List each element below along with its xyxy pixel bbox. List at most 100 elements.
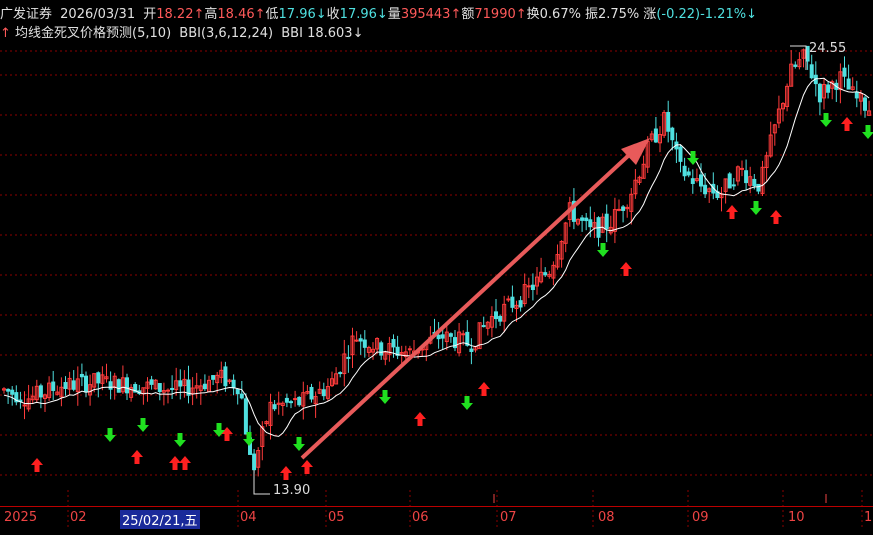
candle-body bbox=[793, 64, 798, 67]
candle-body bbox=[51, 381, 56, 391]
candle-body bbox=[690, 178, 695, 184]
candle-body bbox=[846, 78, 851, 90]
candle-body bbox=[157, 383, 162, 393]
candle-body bbox=[116, 379, 121, 393]
candle-body bbox=[817, 83, 822, 103]
candle-body bbox=[272, 404, 277, 410]
candle-body bbox=[358, 338, 363, 342]
candle-body bbox=[379, 342, 384, 356]
buy-signal-icon bbox=[414, 412, 426, 426]
candle-body bbox=[297, 396, 302, 406]
candle-body bbox=[125, 377, 129, 394]
candle-body bbox=[621, 206, 626, 211]
candle-body bbox=[10, 389, 15, 395]
candle-body bbox=[223, 366, 228, 387]
buy-signal-icon bbox=[478, 382, 490, 396]
candle-body bbox=[584, 217, 589, 222]
candle-body bbox=[678, 146, 683, 162]
candle-body bbox=[407, 348, 412, 351]
candle-body bbox=[391, 339, 396, 348]
candle-body bbox=[235, 389, 240, 395]
buy-signal-icon bbox=[179, 456, 191, 470]
volume-panel-header bbox=[0, 528, 873, 535]
buy-signal-icon bbox=[620, 262, 632, 276]
x-tick-label: 05 bbox=[328, 510, 345, 525]
candle-body bbox=[293, 398, 298, 401]
x-tick-label: 09 bbox=[692, 510, 709, 525]
buy-signal-icon bbox=[221, 427, 233, 441]
trend-arrow-shaft bbox=[300, 154, 630, 460]
candle-body bbox=[346, 356, 351, 359]
candle-body bbox=[731, 184, 736, 187]
candle-body bbox=[338, 372, 343, 375]
candle-body bbox=[506, 298, 511, 301]
candle-body bbox=[727, 173, 732, 189]
x-tick-label: 10 bbox=[788, 510, 805, 525]
buy-signal-icon bbox=[301, 460, 313, 474]
candle-body bbox=[580, 217, 585, 221]
candle-body bbox=[510, 296, 515, 308]
buy-signal-icon bbox=[770, 210, 782, 224]
cursor-date-label: 25/02/21,五 bbox=[120, 510, 200, 529]
candle-body bbox=[63, 382, 68, 389]
kline-chart[interactable]: 24.55 13.90 bbox=[0, 0, 873, 535]
candle-body bbox=[826, 84, 831, 93]
candle-body bbox=[22, 404, 27, 407]
candle-body bbox=[604, 213, 609, 230]
buy-signal-icon bbox=[31, 458, 43, 472]
x-tick-label: 2025 bbox=[4, 510, 38, 525]
candle-body bbox=[686, 171, 691, 176]
candle-body bbox=[617, 208, 621, 211]
x-tick-label: 02 bbox=[70, 510, 87, 525]
candle-body bbox=[84, 375, 88, 393]
candle-body bbox=[703, 184, 708, 195]
candle-body bbox=[108, 381, 113, 390]
candle-body bbox=[543, 272, 548, 276]
buy-signal-icon bbox=[841, 117, 853, 131]
candle-body bbox=[71, 380, 76, 390]
candle-body bbox=[498, 315, 503, 322]
candle-body bbox=[149, 379, 154, 385]
candle-body bbox=[354, 339, 359, 342]
buy-signal-icon bbox=[280, 466, 292, 480]
candle-body bbox=[752, 178, 757, 187]
candle-body bbox=[362, 339, 367, 348]
candle-body bbox=[38, 385, 43, 398]
candle-body bbox=[231, 379, 236, 389]
sell-signal-icon bbox=[213, 423, 225, 437]
candle-body bbox=[202, 383, 207, 390]
candle-body bbox=[289, 401, 293, 404]
candle-body bbox=[530, 284, 535, 291]
candle-body bbox=[481, 325, 486, 328]
candle-body bbox=[211, 375, 216, 380]
candle-body bbox=[321, 389, 326, 397]
x-tick-label: 07 bbox=[500, 510, 517, 525]
candle-body bbox=[448, 333, 453, 337]
candle-body bbox=[239, 393, 244, 399]
candle-body bbox=[682, 165, 687, 177]
candle-body bbox=[863, 97, 867, 111]
max-price-label: 24.55 bbox=[809, 41, 846, 56]
candle-body bbox=[469, 348, 474, 352]
candle-body bbox=[842, 67, 847, 77]
sell-signal-icon bbox=[750, 201, 762, 215]
x-tick-label: 04 bbox=[240, 510, 257, 525]
candle-body bbox=[96, 372, 101, 384]
candle-body bbox=[526, 285, 531, 288]
candle-body bbox=[809, 64, 814, 79]
candle-body bbox=[284, 397, 289, 403]
candle-body bbox=[178, 380, 183, 387]
candle-body bbox=[79, 373, 84, 378]
sell-signal-icon bbox=[104, 428, 116, 442]
candle-body bbox=[436, 334, 441, 340]
candle-body bbox=[518, 300, 523, 308]
buy-signal-icon bbox=[726, 205, 738, 219]
candle-body bbox=[744, 170, 749, 184]
candle-body bbox=[170, 387, 175, 390]
min-price-label: 13.90 bbox=[273, 483, 310, 498]
candle-body bbox=[740, 167, 744, 170]
candle-body bbox=[252, 453, 257, 471]
buy-signal-icon bbox=[131, 450, 143, 464]
candle-body bbox=[166, 389, 170, 392]
candle-body bbox=[440, 334, 445, 339]
